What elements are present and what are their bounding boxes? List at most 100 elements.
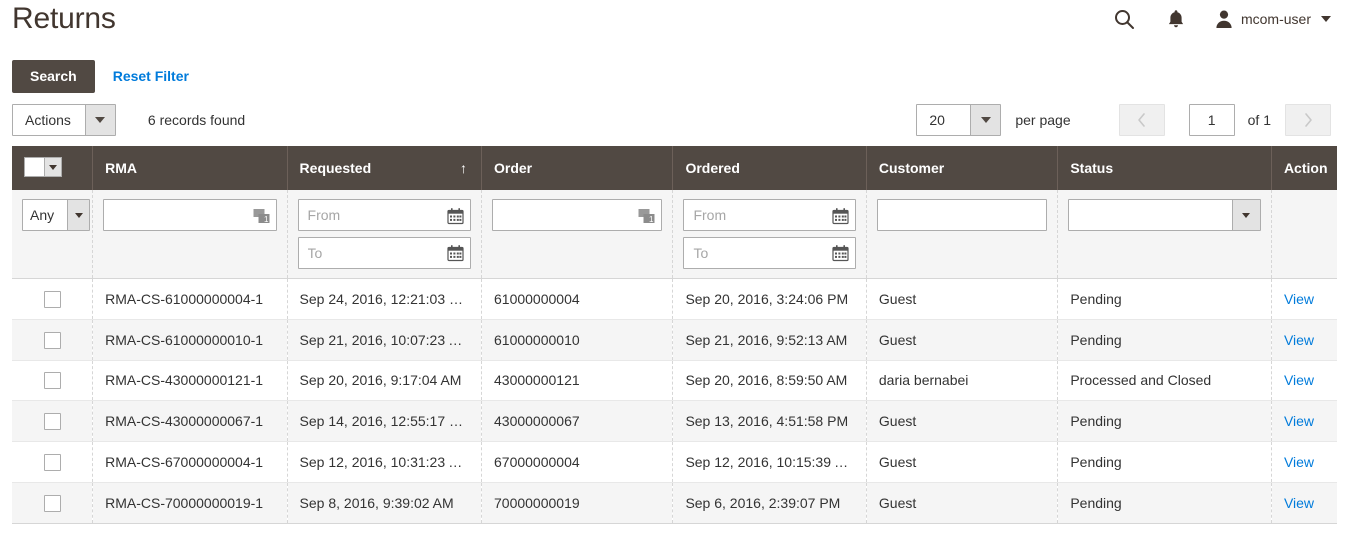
cell-action: View bbox=[1271, 319, 1337, 361]
filter-select-any[interactable]: Any bbox=[22, 199, 90, 231]
column-header-rma[interactable]: RMA bbox=[92, 146, 288, 190]
filter-ordered-from-input[interactable] bbox=[683, 199, 856, 231]
table-row[interactable]: RMA-CS-70000000019-1 Sep 8, 2016, 9:39:02… bbox=[12, 482, 1337, 524]
cell-ordered: Sep 13, 2016, 4:51:58 PM bbox=[672, 400, 867, 443]
view-link[interactable]: View bbox=[1284, 291, 1314, 307]
row-checkbox[interactable] bbox=[43, 494, 61, 512]
cell-status: Pending bbox=[1057, 319, 1272, 361]
column-header-customer[interactable]: Customer bbox=[866, 146, 1059, 190]
filter-status-select[interactable] bbox=[1068, 199, 1261, 231]
filter-rma-input[interactable] bbox=[103, 199, 277, 231]
chevron-left-icon bbox=[1138, 113, 1145, 127]
filter-ordered-to-input[interactable] bbox=[683, 237, 856, 269]
cell-ordered: Sep 6, 2016, 2:39:07 PM bbox=[672, 482, 867, 524]
actions-dropdown-arrow[interactable] bbox=[84, 105, 115, 135]
table-row[interactable]: RMA-CS-67000000004-1 Sep 12, 2016, 10:31:… bbox=[12, 441, 1337, 483]
cell-order: 43000000121 bbox=[481, 360, 674, 402]
row-checkbox[interactable] bbox=[43, 290, 61, 308]
reset-filter-link[interactable]: Reset Filter bbox=[113, 68, 189, 84]
returns-grid-container: RMA Requested ↑ Order Ordered Customer S… bbox=[0, 146, 1349, 524]
total-pages-label: of 1 bbox=[1247, 112, 1271, 128]
filter-cell-ordered bbox=[672, 190, 867, 279]
cell-requested: Sep 24, 2016, 12:21:03 PM bbox=[287, 278, 483, 320]
page-title: Returns bbox=[12, 2, 116, 35]
cell-action: View bbox=[1271, 360, 1337, 402]
cell-rma: RMA-CS-43000000067-1 bbox=[92, 400, 288, 443]
column-header-order[interactable]: Order bbox=[481, 146, 674, 190]
search-icon[interactable] bbox=[1111, 6, 1137, 32]
next-page-button[interactable] bbox=[1285, 104, 1331, 136]
view-link[interactable]: View bbox=[1284, 372, 1314, 388]
table-row[interactable]: RMA-CS-43000000121-1 Sep 20, 2016, 9:17:0… bbox=[12, 360, 1337, 402]
row-checkbox-cell bbox=[12, 482, 94, 524]
per-page-arrow[interactable] bbox=[970, 105, 1001, 135]
column-header-requested[interactable]: Requested ↑ bbox=[287, 146, 483, 190]
sort-ascending-icon: ↑ bbox=[460, 160, 467, 176]
cell-rma: RMA-CS-61000000004-1 bbox=[92, 278, 288, 320]
column-header-ordered[interactable]: Ordered bbox=[672, 146, 867, 190]
per-page-select[interactable]: 20 bbox=[916, 104, 1002, 136]
chevron-down-icon bbox=[1321, 16, 1331, 22]
grid-filter-section: Any 1 From To 1 From To bbox=[12, 190, 1337, 279]
table-row[interactable]: RMA-CS-61000000010-1 Sep 21, 2016, 10:07:… bbox=[12, 319, 1337, 361]
cell-action: View bbox=[1271, 400, 1337, 443]
grid-header-row: RMA Requested ↑ Order Ordered Customer S… bbox=[12, 146, 1337, 190]
row-checkbox[interactable] bbox=[43, 372, 61, 390]
grid-header: RMA Requested ↑ Order Ordered Customer S… bbox=[12, 146, 1337, 190]
cell-requested: Sep 8, 2016, 9:39:02 AM bbox=[287, 482, 483, 524]
row-checkbox[interactable] bbox=[43, 453, 61, 471]
filter-requested-to-input[interactable] bbox=[297, 237, 471, 269]
per-page-label: per page bbox=[1015, 112, 1071, 128]
header-tools: mcom-user bbox=[1111, 6, 1331, 32]
view-link[interactable]: View bbox=[1284, 495, 1314, 511]
column-header-status[interactable]: Status bbox=[1057, 146, 1272, 190]
cell-action: View bbox=[1271, 482, 1337, 524]
filter-cell-status bbox=[1057, 190, 1272, 279]
current-page-input[interactable] bbox=[1188, 104, 1235, 136]
view-link[interactable]: View bbox=[1284, 332, 1314, 348]
pagination-controls: 20 per page of 1 bbox=[916, 104, 1331, 136]
column-header-action: Action bbox=[1271, 146, 1337, 190]
select-all-dropdown-arrow[interactable] bbox=[44, 158, 61, 176]
select-all-control[interactable] bbox=[24, 157, 62, 177]
chevron-down-icon bbox=[49, 164, 57, 170]
view-link[interactable]: View bbox=[1284, 454, 1314, 470]
column-header-requested-label: Requested bbox=[299, 160, 372, 176]
row-checkbox[interactable] bbox=[43, 413, 61, 431]
records-found-label: 6 records found bbox=[147, 112, 246, 128]
filter-status-arrow[interactable] bbox=[1231, 200, 1260, 230]
chevron-down-icon bbox=[980, 117, 991, 123]
cell-ordered: Sep 12, 2016, 10:15:39 AM bbox=[672, 441, 867, 483]
cell-customer: Guest bbox=[866, 278, 1059, 320]
select-all-checkbox[interactable] bbox=[25, 158, 44, 176]
filter-order-input[interactable] bbox=[492, 199, 663, 231]
table-row[interactable]: RMA-CS-61000000004-1 Sep 24, 2016, 12:21:… bbox=[12, 278, 1337, 320]
row-checkbox[interactable] bbox=[43, 331, 61, 349]
column-header-select-all bbox=[12, 146, 94, 190]
user-name: mcom-user bbox=[1240, 11, 1311, 27]
page-header: Returns mcom-user bbox=[0, 0, 1349, 56]
filter-cell-action bbox=[1271, 190, 1337, 279]
filter-select-any-value: Any bbox=[30, 207, 55, 223]
bell-icon[interactable] bbox=[1163, 6, 1189, 32]
cell-customer: Guest bbox=[866, 319, 1059, 361]
cell-status: Pending bbox=[1057, 400, 1272, 443]
cell-requested: Sep 12, 2016, 10:31:23 AM bbox=[287, 441, 483, 483]
previous-page-button[interactable] bbox=[1118, 104, 1165, 136]
cell-requested: Sep 14, 2016, 12:55:17 PM bbox=[287, 400, 483, 443]
table-row[interactable]: RMA-CS-43000000067-1 Sep 14, 2016, 12:55:… bbox=[12, 400, 1337, 443]
view-link[interactable]: View bbox=[1284, 413, 1314, 429]
filter-requested-from-input[interactable] bbox=[297, 199, 471, 231]
filter-select-any-arrow[interactable] bbox=[67, 200, 89, 230]
filter-customer-input[interactable] bbox=[876, 199, 1048, 231]
actions-dropdown-label: Actions bbox=[25, 112, 71, 128]
cell-order: 67000000004 bbox=[481, 441, 674, 483]
filter-cell-select: Any bbox=[12, 190, 94, 279]
search-button[interactable]: Search bbox=[12, 59, 95, 93]
cell-customer: daria bernabei bbox=[866, 360, 1059, 402]
actions-dropdown[interactable]: Actions bbox=[12, 104, 116, 136]
row-checkbox-cell bbox=[12, 400, 94, 443]
cell-status: Processed and Closed bbox=[1057, 360, 1272, 402]
user-menu[interactable]: mcom-user bbox=[1215, 9, 1331, 29]
chevron-down-icon bbox=[1242, 212, 1251, 218]
